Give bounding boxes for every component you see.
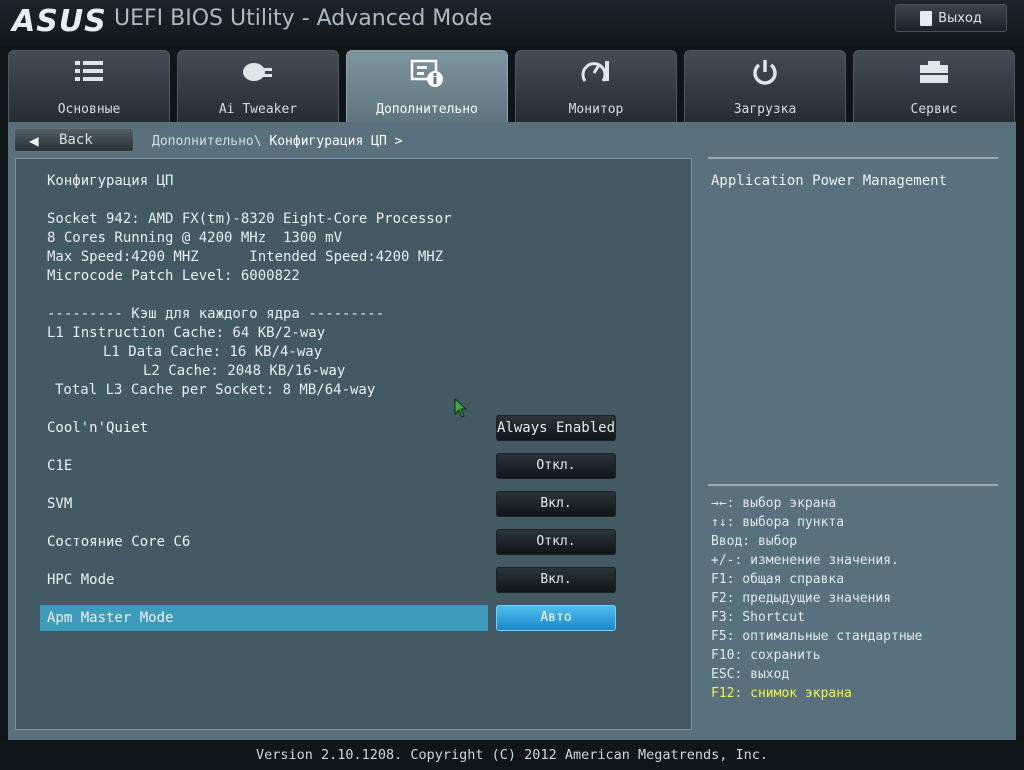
key-hint: →←: выбор экрана — [711, 496, 837, 511]
cpu-info-line: 8 Cores Running @ 4200 MHz 1300 mV — [47, 230, 343, 246]
tab-advanced[interactable]: Дополнительно — [346, 50, 508, 122]
cache-line: L2 Cache: 2048 KB/16-way — [143, 363, 346, 379]
key-hint: ESC: выход — [711, 667, 790, 682]
app-title: UEFI BIOS Utility - Advanced Mode — [114, 6, 493, 31]
advanced-info-icon — [347, 57, 507, 91]
ai-tweaker-icon — [178, 57, 338, 91]
option-label-core-c6[interactable]: Состояние Core C6 — [47, 534, 190, 550]
option-label-svm[interactable]: SVM — [47, 496, 72, 512]
tab-monitor[interactable]: Монитор — [515, 50, 677, 122]
tab-tool[interactable]: Сервис — [853, 50, 1015, 122]
mouse-cursor-icon — [454, 397, 468, 422]
help-pane — [708, 158, 998, 730]
key-hint: Ввод: выбор — [711, 534, 798, 549]
power-icon — [685, 57, 845, 91]
tab-label: Сервис — [910, 102, 958, 117]
tab-label: Монитор — [568, 102, 624, 117]
option-label-hpc-mode[interactable]: HPC Mode — [47, 572, 114, 588]
option-label-c1e[interactable]: C1E — [47, 458, 72, 474]
help-top-divider — [708, 157, 998, 159]
option-value-c1e[interactable]: Откл. — [496, 453, 616, 479]
breadcrumb: Дополнительно\ Конфигурация ЦП > — [152, 134, 402, 149]
cache-line: Total L3 Cache per Socket: 8 MB/64-way — [55, 382, 376, 398]
option-value-svm[interactable]: Вкл. — [496, 491, 616, 517]
tab-label: Ai Tweaker — [218, 102, 298, 117]
list-icon — [9, 57, 169, 91]
main-tabs: Основные Ai Tweaker Дополнительно Монито… — [0, 50, 1024, 122]
help-keys-divider — [708, 484, 998, 486]
tab-label: Загрузка — [733, 102, 797, 117]
exit-label: Выход — [938, 10, 982, 26]
exit-button[interactable]: Выход — [895, 4, 1007, 32]
key-hint: F10: сохранить — [711, 648, 821, 663]
option-label-cool-n-quiet[interactable]: Cool'n'Quiet — [47, 420, 148, 436]
cache-line: L1 Instruction Cache: 64 KB/2-way — [47, 325, 326, 341]
back-button[interactable]: ◀ Back — [14, 128, 134, 152]
title-bar: ASUS UEFI BIOS Utility - Advanced Mode В… — [0, 0, 1024, 46]
asus-logo: ASUS — [12, 4, 107, 39]
key-hint: F5: оптимальные стандартные — [711, 629, 923, 644]
cache-line: L1 Data Cache: 16 KB/4-way — [103, 344, 323, 360]
key-hint: F3: Shortcut — [711, 610, 805, 625]
tab-ai-tweaker[interactable]: Ai Tweaker — [177, 50, 339, 122]
back-arrow-icon: ◀ — [29, 131, 39, 150]
tab-main[interactable]: Основные — [8, 50, 170, 122]
exit-door-icon — [920, 10, 933, 26]
monitor-gauge-icon — [516, 57, 676, 91]
option-value-apm-master-mode[interactable]: Авто — [496, 605, 616, 631]
option-value-hpc-mode[interactable]: Вкл. — [496, 567, 616, 593]
section-title: Конфигурация ЦП — [47, 173, 174, 189]
tab-label: Основные — [57, 102, 121, 117]
version-footer: Version 2.10.1208. Copyright (C) 2012 Am… — [0, 740, 1024, 768]
back-label: Back — [59, 132, 93, 148]
tab-boot[interactable]: Загрузка — [684, 50, 846, 122]
key-hint: +/-: изменение значения. — [711, 553, 899, 568]
option-value-cool-n-quiet[interactable]: Always Enabled — [496, 415, 616, 441]
toolbox-icon — [854, 57, 1014, 91]
key-hint: F2: предыдущие значения — [711, 591, 892, 606]
cache-header: --------- Кэш для каждого ядра --------- — [47, 306, 385, 322]
key-hint: F1: общая справка — [711, 572, 845, 587]
key-hint-screenshot: F12: снимок экрана — [711, 686, 852, 701]
tab-label: Дополнительно — [376, 102, 478, 117]
cpu-info-line: Socket 942: AMD FX(tm)-8320 Eight-Core P… — [47, 211, 452, 227]
cpu-info-line: Max Speed:4200 MHZ Intended Speed:4200 M… — [47, 249, 444, 265]
breadcrumb-current: Конфигурация ЦП > — [269, 134, 403, 149]
key-hint: ↑↓: выбора пункта — [711, 515, 845, 530]
help-description: Application Power Management — [711, 173, 948, 189]
breadcrumb-parent[interactable]: Дополнительно\ — [152, 134, 262, 149]
option-label-apm-master-mode[interactable]: Apm Master Mode — [47, 610, 173, 626]
cpu-info-line: Microcode Patch Level: 6000822 — [47, 268, 300, 284]
option-value-core-c6[interactable]: Откл. — [496, 529, 616, 555]
